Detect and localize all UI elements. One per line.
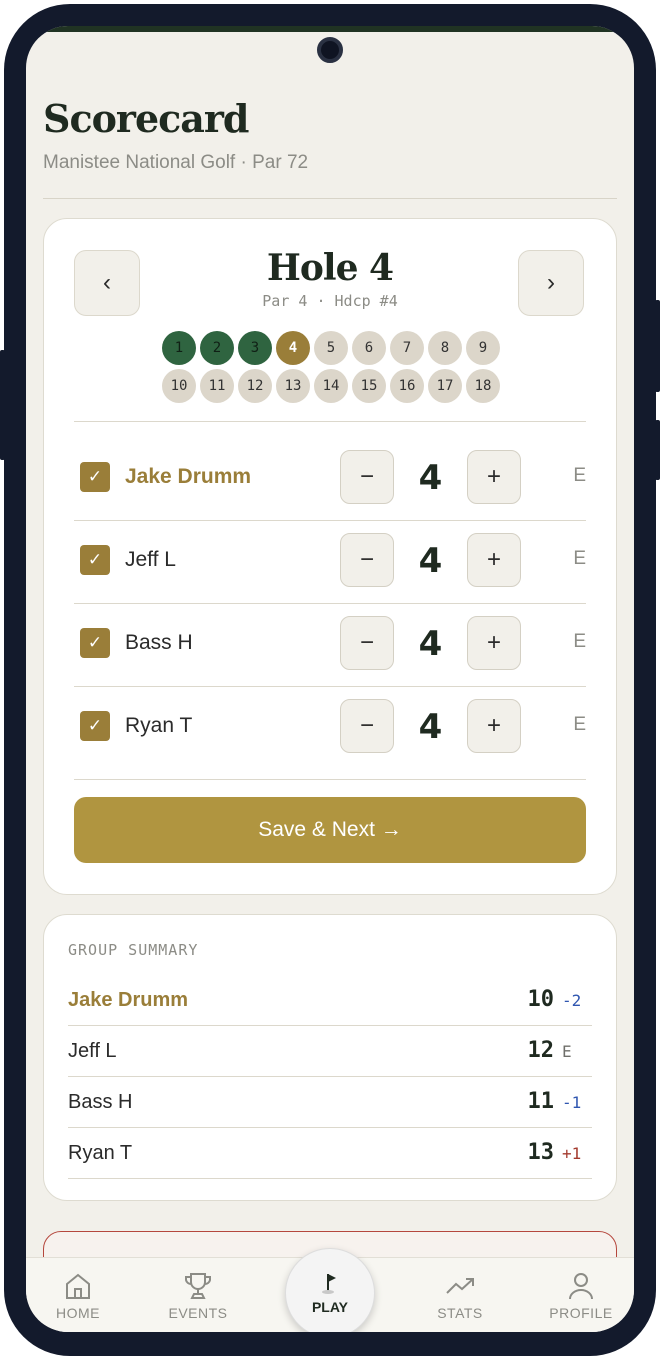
hole-dot[interactable]: 4 xyxy=(276,331,310,365)
hole-meta: Par 4 · Hdcp #4 xyxy=(262,292,398,310)
decrease-score-button[interactable]: − xyxy=(340,699,394,753)
tab-label: HOME xyxy=(56,1305,100,1321)
player-row: ✓ Jeff L − 4 + E xyxy=(74,521,586,603)
player-score: 4 xyxy=(418,624,443,664)
side-button xyxy=(655,420,660,480)
hole-dot[interactable]: 5 xyxy=(314,331,348,365)
score-to-par: E xyxy=(573,631,586,652)
hole-dot[interactable]: 15 xyxy=(352,369,386,403)
hole-dot[interactable]: 16 xyxy=(390,369,424,403)
summary-player-name: Jake Drumm xyxy=(68,989,189,1011)
screen: Scorecard Manistee National Golf · Par 7… xyxy=(26,26,634,1332)
hole-dot[interactable]: 12 xyxy=(238,369,272,403)
tab-label: EVENTS xyxy=(168,1305,228,1321)
increase-score-button[interactable]: + xyxy=(467,616,521,670)
score-to-par: E xyxy=(573,465,586,486)
hole-dot[interactable]: 10 xyxy=(162,369,196,403)
group-summary-card: GROUP SUMMARY Jake Drumm 10 -2 Jeff L 12… xyxy=(43,914,617,1201)
trophy-icon xyxy=(185,1273,211,1299)
hole-dot[interactable]: 7 xyxy=(390,331,424,365)
increase-score-button[interactable]: + xyxy=(467,450,521,504)
player-name: Jeff L xyxy=(125,548,176,571)
summary-player-name: Ryan T xyxy=(68,1142,133,1164)
summary-to-par: +1 xyxy=(562,1144,582,1163)
player-score: 4 xyxy=(418,458,443,498)
hole-dot[interactable]: 18 xyxy=(466,369,500,403)
divider xyxy=(74,779,586,780)
player-checkbox[interactable]: ✓ xyxy=(80,711,110,741)
player-score: 4 xyxy=(418,707,443,747)
hole-selector-row-1: 1 2 3 4 5 6 7 8 9 xyxy=(162,331,502,365)
camera-icon xyxy=(317,37,343,63)
summary-row: Jeff L 12 E xyxy=(68,1026,592,1077)
player-name: Ryan T xyxy=(125,714,193,737)
player-checkbox[interactable]: ✓ xyxy=(80,462,110,492)
summary-player-name: Jeff L xyxy=(68,1040,117,1062)
profile-icon xyxy=(569,1273,593,1300)
player-row: ✓ Ryan T − 4 + E xyxy=(74,687,586,769)
player-name: Jake Drumm xyxy=(125,465,252,488)
tab-profile[interactable]: PROFILE xyxy=(531,1270,631,1321)
course-subtitle: Manistee National Golf · Par 72 xyxy=(43,152,309,173)
golf-flag-icon xyxy=(322,1274,336,1294)
trend-icon xyxy=(446,1278,474,1294)
decrease-score-button[interactable]: − xyxy=(340,450,394,504)
hole-dot[interactable]: 2 xyxy=(200,331,234,365)
play-label: PLAY xyxy=(311,1299,349,1315)
hole-card: ‹ › Hole 4 Par 4 · Hdcp #4 1 2 3 4 5 6 7… xyxy=(43,218,617,895)
hole-dot[interactable]: 6 xyxy=(352,331,386,365)
score-to-par: E xyxy=(573,548,586,569)
hole-dot[interactable]: 17 xyxy=(428,369,462,403)
summary-row: Jake Drumm 10 -2 xyxy=(68,975,592,1026)
decrease-score-button[interactable]: − xyxy=(340,533,394,587)
player-score: 4 xyxy=(418,541,443,581)
hole-dot[interactable]: 8 xyxy=(428,331,462,365)
hole-dot[interactable]: 9 xyxy=(466,331,500,365)
save-next-button[interactable]: Save & Next → xyxy=(74,797,586,863)
tab-label: PROFILE xyxy=(549,1305,613,1321)
side-button xyxy=(655,300,660,392)
hole-dot[interactable]: 3 xyxy=(238,331,272,365)
hole-dot[interactable]: 14 xyxy=(314,369,348,403)
increase-score-button[interactable]: + xyxy=(467,533,521,587)
summary-to-par: E xyxy=(562,1042,572,1061)
summary-total: 13 xyxy=(527,1140,555,1165)
divider xyxy=(43,198,617,199)
status-band xyxy=(26,26,634,32)
player-name: Bass H xyxy=(125,631,193,654)
home-icon xyxy=(66,1273,90,1299)
summary-total: 10 xyxy=(527,987,555,1012)
hole-dot[interactable]: 13 xyxy=(276,369,310,403)
decrease-score-button[interactable]: − xyxy=(340,616,394,670)
hole-selector-row-2: 10 11 12 13 14 15 16 17 18 xyxy=(162,369,502,403)
tab-stats[interactable]: STATS xyxy=(410,1270,510,1321)
summary-row: Ryan T 13 +1 xyxy=(68,1128,592,1179)
player-row: ✓ Jake Drumm − 4 + E xyxy=(74,438,586,520)
hole-dot[interactable]: 1 xyxy=(162,331,196,365)
player-row: ✓ Bass H − 4 + E xyxy=(74,604,586,686)
hole-dot[interactable]: 11 xyxy=(200,369,234,403)
score-to-par: E xyxy=(573,714,586,735)
player-checkbox[interactable]: ✓ xyxy=(80,545,110,575)
summary-title: GROUP SUMMARY xyxy=(68,941,199,959)
summary-total: 11 xyxy=(527,1089,555,1114)
summary-row: Bass H 11 -1 xyxy=(68,1077,592,1128)
tab-home[interactable]: HOME xyxy=(28,1270,128,1321)
tab-events[interactable]: EVENTS xyxy=(148,1270,248,1321)
hole-title: Hole 4 xyxy=(266,247,394,289)
divider xyxy=(74,421,586,422)
summary-to-par: -2 xyxy=(562,991,582,1010)
summary-total: 12 xyxy=(527,1038,555,1063)
summary-player-name: Bass H xyxy=(68,1091,133,1113)
player-checkbox[interactable]: ✓ xyxy=(80,628,110,658)
play-button[interactable]: PLAY xyxy=(285,1248,375,1332)
summary-to-par: -1 xyxy=(562,1093,582,1112)
page-title: Scorecard xyxy=(43,96,249,141)
increase-score-button[interactable]: + xyxy=(467,699,521,753)
side-button xyxy=(0,350,5,460)
tab-label: STATS xyxy=(437,1305,483,1321)
